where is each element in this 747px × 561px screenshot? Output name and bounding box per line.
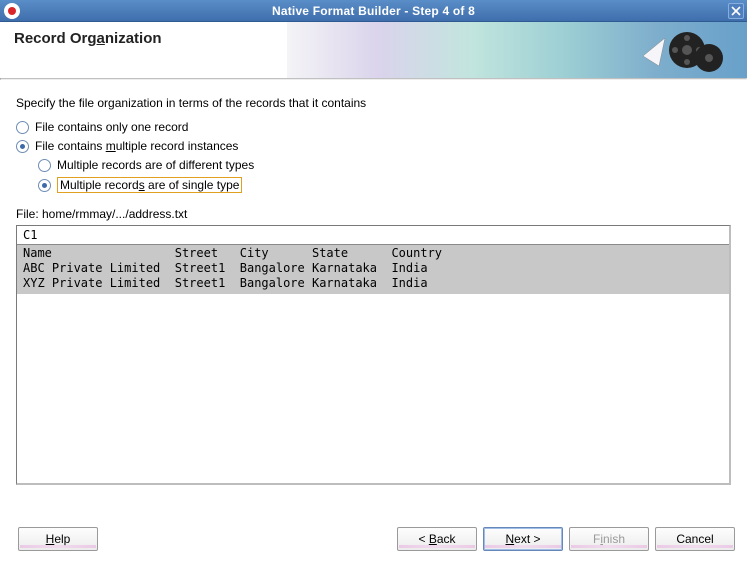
preview-body[interactable]: Name Street City State Country ABC Priva… bbox=[17, 245, 729, 294]
close-button[interactable] bbox=[728, 3, 744, 19]
app-icon bbox=[4, 3, 20, 19]
file-path-label: File: home/rmmay/.../address.txt bbox=[16, 207, 731, 221]
radio-label: Multiple records are of single type bbox=[57, 177, 242, 193]
radio-icon bbox=[16, 140, 29, 153]
next-button[interactable]: Next > bbox=[483, 527, 563, 551]
radio-icon bbox=[38, 159, 51, 172]
window-title: Native Format Builder - Step 4 of 8 bbox=[272, 4, 475, 18]
radio-label: File contains multiple record instances bbox=[35, 139, 238, 153]
close-icon bbox=[731, 6, 741, 16]
instruction-text: Specify the file organization in terms o… bbox=[16, 96, 731, 110]
radio-single-type[interactable]: Multiple records are of single type bbox=[38, 177, 731, 193]
cancel-button[interactable]: Cancel bbox=[655, 527, 735, 551]
finish-button: Finish bbox=[569, 527, 649, 551]
content-area: Specify the file organization in terms o… bbox=[0, 80, 747, 485]
header-banner bbox=[287, 22, 747, 78]
back-button[interactable]: < Back bbox=[397, 527, 477, 551]
radio-different-types[interactable]: Multiple records are of different types bbox=[38, 158, 731, 172]
radio-one-record[interactable]: File contains only one record bbox=[16, 120, 731, 134]
preview-column-header: C1 bbox=[17, 226, 729, 245]
film-reel-icon bbox=[635, 28, 725, 78]
page-header: Record Organization bbox=[0, 22, 747, 78]
help-button[interactable]: Help bbox=[18, 527, 98, 551]
radio-icon bbox=[16, 121, 29, 134]
title-bar: Native Format Builder - Step 4 of 8 bbox=[0, 0, 747, 22]
radio-label: File contains only one record bbox=[35, 120, 188, 134]
wizard-footer: Help < Back Next > Finish Cancel bbox=[0, 527, 747, 551]
file-preview: C1 Name Street City State Country ABC Pr… bbox=[16, 225, 731, 485]
radio-multiple-records[interactable]: File contains multiple record instances bbox=[16, 139, 731, 153]
radio-icon bbox=[38, 179, 51, 192]
radio-label: Multiple records are of different types bbox=[57, 158, 254, 172]
